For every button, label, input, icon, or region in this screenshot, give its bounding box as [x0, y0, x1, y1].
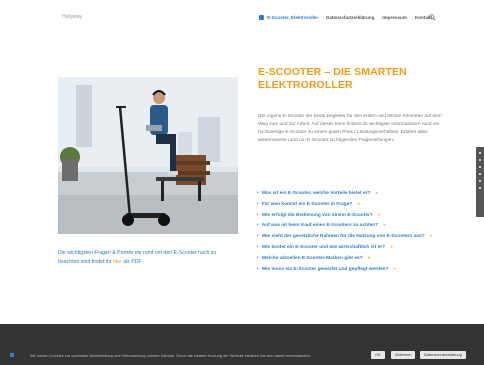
double-arrow-icon: »	[375, 191, 379, 196]
faq-item-label: Wie erfolgt die Bedienung von einem E-Sc…	[261, 212, 373, 218]
double-arrow-icon: »	[357, 201, 360, 207]
pdf-link[interactable]: hier	[113, 259, 122, 265]
nav-item-impressum[interactable]: Impressum	[382, 15, 407, 20]
bullet-icon: •	[257, 201, 259, 207]
cookie-decline-button[interactable]: Ablehnen	[391, 351, 416, 359]
nav-item-datenschutz[interactable]: Datenschutzerklärung	[326, 15, 374, 20]
bullet-icon: •	[257, 266, 259, 272]
cookie-privacy-button[interactable]: Datenschutzerklärung	[420, 351, 466, 359]
pdf-caption: Die wichtigsten Fragen & Punkte die rund…	[58, 249, 238, 267]
search-icon[interactable]	[429, 14, 436, 21]
double-arrow-icon: »	[383, 223, 386, 229]
faq-item[interactable]: • Für wen kommt ein E-Scooter in Frage? »	[257, 200, 447, 211]
double-arrow-icon: »	[367, 255, 371, 261]
share-icon	[479, 159, 481, 161]
faq-item[interactable]: • Wie erfolgt die Bedienung von einem E-S…	[257, 211, 447, 222]
bullet-icon: •	[257, 223, 259, 229]
site-logo[interactable]: Hollyway	[62, 14, 82, 20]
faq-list: • Was ist ein E-Scooter, welche Vorteile …	[257, 189, 447, 275]
faq-item-label: Was ist ein E-Scooter, welche Vorteile b…	[261, 191, 371, 196]
share-icon	[479, 166, 481, 168]
faq-item-label: Wie sieht der gesetzliche Rahmen für die…	[261, 234, 425, 240]
caption-text-after: als PDF	[123, 259, 142, 265]
faq-item[interactable]: • Wie muss ein E-Scooter gewartet und gep…	[257, 265, 447, 276]
share-icon	[479, 152, 481, 154]
bullet-icon: •	[257, 212, 259, 218]
bullet-icon: •	[257, 191, 259, 196]
main-nav: E-Scooter, Elektroroller Datenschutzerkl…	[259, 15, 432, 20]
cookie-ok-button[interactable]: OK	[371, 351, 385, 359]
page-title: E-SCOOTER – DIE SMARTEN ELEKTROROLLER	[258, 66, 407, 91]
faq-item-label: Wie muss ein E-Scooter gewartet und gepf…	[261, 266, 389, 272]
double-arrow-icon: »	[393, 266, 397, 272]
faq-item-label: Für wen kommt ein E-Scooter in Frage?	[261, 201, 353, 207]
cookie-icon	[10, 353, 14, 357]
cookie-text: Wir nutzen Cookies zur optimalen Bereits…	[30, 353, 311, 358]
faq-item[interactable]: • Wie kostet ein E-Scooter und wie wirtsc…	[257, 243, 447, 254]
faq-item-label: Wie kostet ein E-Scooter und wie wirtsch…	[261, 244, 386, 250]
bullet-icon: •	[257, 244, 259, 250]
share-icon	[479, 173, 481, 175]
nav-item-escooter[interactable]: E-Scooter, Elektroroller	[259, 15, 318, 20]
double-arrow-icon: »	[390, 244, 393, 250]
share-sidebar[interactable]	[476, 147, 484, 217]
hero-image	[58, 77, 238, 234]
double-arrow-icon: »	[377, 212, 381, 218]
double-arrow-icon: »	[429, 234, 433, 240]
intro-text: Der eigene E-Scooter der beste Begleiter…	[258, 114, 442, 144]
bullet-icon: •	[257, 255, 259, 261]
share-icon	[479, 180, 481, 182]
home-icon	[259, 15, 265, 20]
bullet-icon: •	[257, 234, 259, 240]
faq-item[interactable]: • Was ist ein E-Scooter, welche Vorteile …	[257, 189, 447, 200]
faq-item[interactable]: • Welche aktuellen E-Scooter-Marken gibt …	[257, 254, 447, 265]
share-icon	[479, 187, 481, 189]
faq-item[interactable]: • Wie sieht der gesetzliche Rahmen für di…	[257, 232, 447, 243]
faq-item-label: Auf was ist beim Kauf eines E-Scooters z…	[261, 223, 379, 229]
faq-item[interactable]: • Auf was ist beim Kauf eines E-Scooters …	[257, 221, 447, 232]
faq-item-label: Welche aktuellen E-Scooter-Marken gibt e…	[261, 255, 363, 261]
nav-item-label: E-Scooter, Elektroroller	[267, 15, 319, 20]
